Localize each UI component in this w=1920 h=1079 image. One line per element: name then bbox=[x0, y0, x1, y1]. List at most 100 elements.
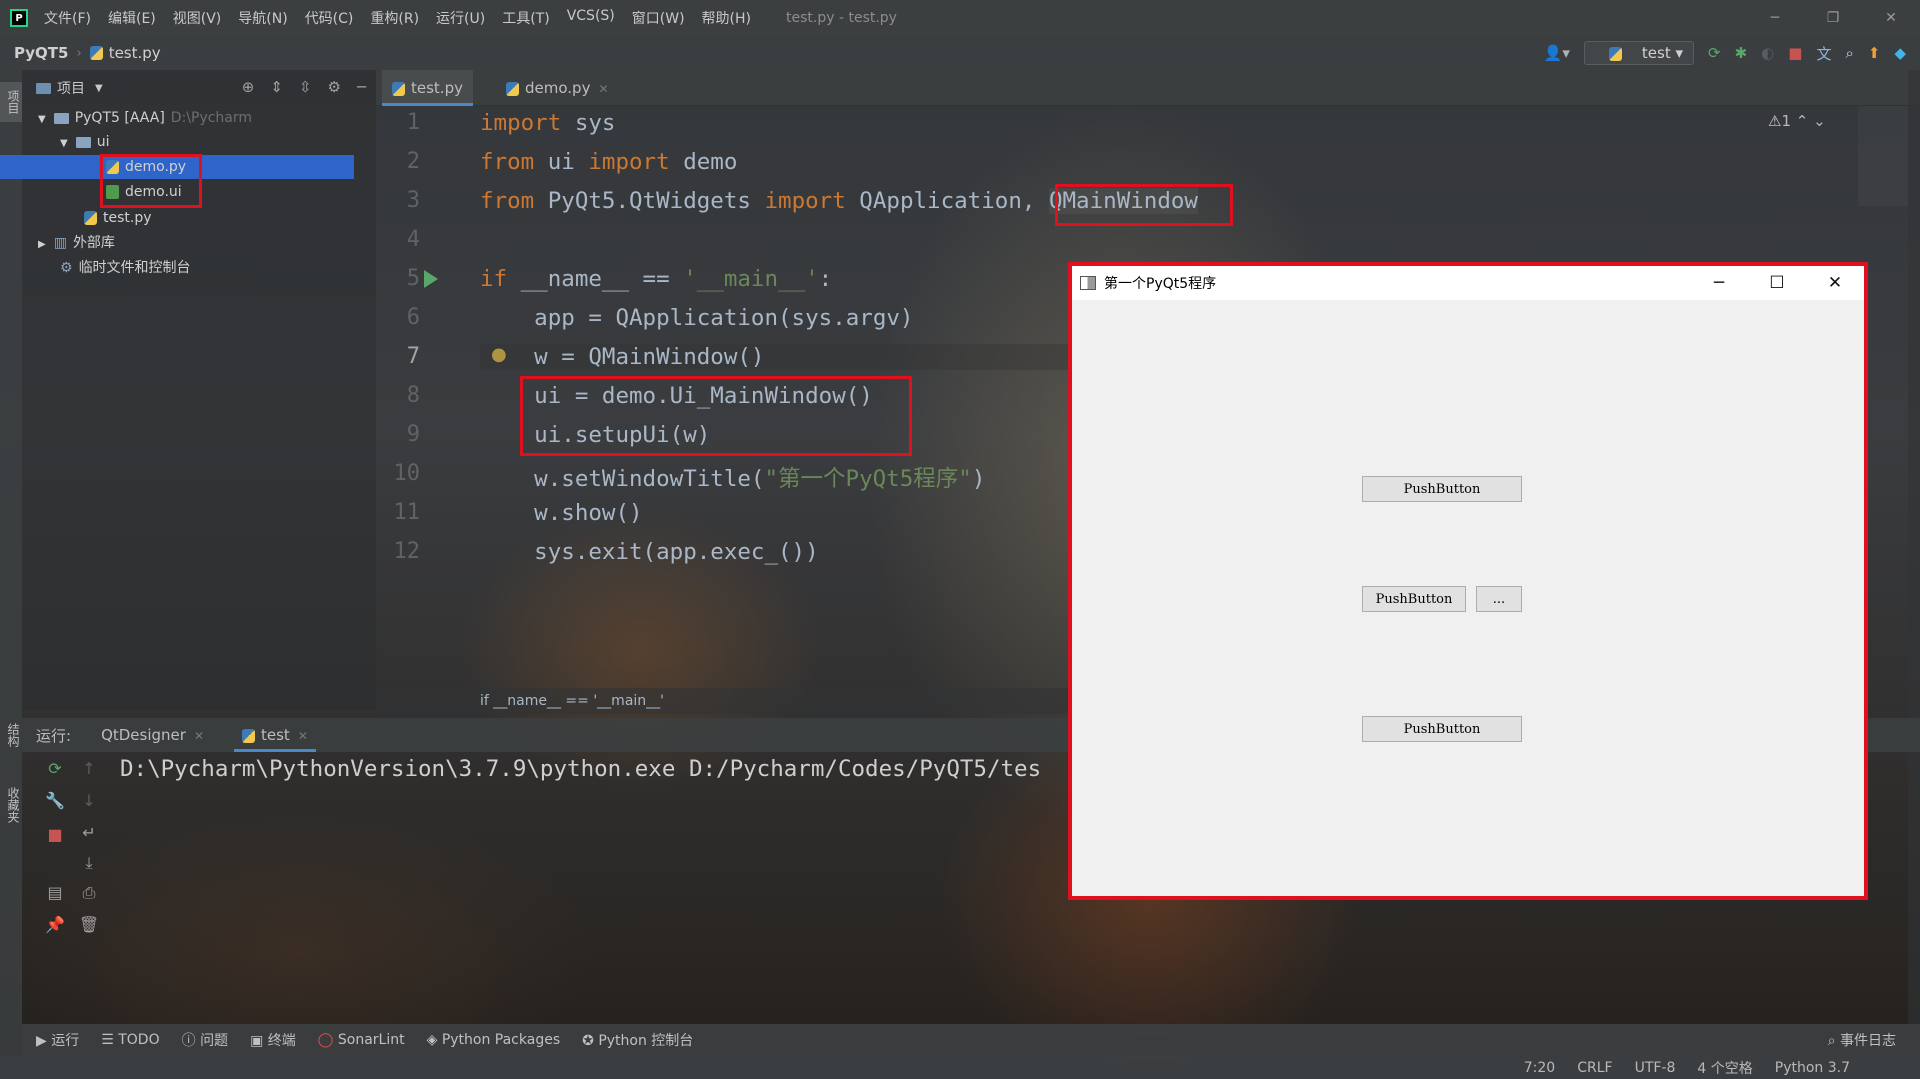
toolwindow-terminal[interactable]: ▣ 终端 bbox=[250, 1030, 296, 1050]
stop-icon[interactable]: ■ bbox=[1788, 44, 1802, 62]
breadcrumb-project[interactable]: PyQT5 bbox=[14, 44, 68, 62]
plugin-icon[interactable]: ◆ bbox=[1894, 44, 1906, 62]
scroll-to-end-icon[interactable]: ⤓ bbox=[78, 852, 100, 874]
tree-item-scratches[interactable]: ⚙ 临时文件和控制台 bbox=[60, 256, 191, 280]
trash-icon[interactable]: 🗑 bbox=[78, 914, 100, 936]
tree-item-external-libs[interactable]: ▶ ▥ 外部库 bbox=[38, 231, 115, 255]
wrench-icon[interactable]: 🔧 bbox=[44, 790, 66, 812]
menu-refactor[interactable]: 重构(R) bbox=[370, 8, 419, 28]
code-line-5[interactable]: if __name__ == '__main__': bbox=[480, 266, 832, 292]
arrow-down-icon[interactable]: ↓ bbox=[78, 790, 100, 812]
rerun-icon[interactable]: ⟳ bbox=[1708, 44, 1721, 62]
nav-toolbar: 👤▾ test ▾ ⟳ ✱ ◐ ■ 文 ⌕ ⬆ ◆ bbox=[1530, 36, 1906, 70]
menu-tools[interactable]: 工具(T) bbox=[502, 8, 549, 28]
run-tab-qtdesigner[interactable]: QtDesigner ✕ bbox=[93, 718, 212, 752]
search-icon[interactable]: ⌕ bbox=[1845, 44, 1853, 62]
run-gutter-icon[interactable] bbox=[424, 270, 438, 288]
event-log-button[interactable]: ⌕ 事件日志 bbox=[1828, 1030, 1896, 1050]
run-tab-test[interactable]: test ✕ bbox=[234, 718, 316, 752]
status-caret-position[interactable]: 7:20 bbox=[1524, 1060, 1555, 1076]
tree-item-test-py[interactable]: test.py bbox=[84, 206, 152, 230]
toolwindow-sonarlint[interactable]: ◯ SonarLint bbox=[318, 1032, 405, 1048]
rerun-icon[interactable]: ⟳ bbox=[44, 758, 66, 780]
code-line-12[interactable]: sys.exit(app.exec_()) bbox=[480, 539, 818, 565]
code-line-2[interactable]: from ui import demo bbox=[480, 149, 737, 175]
minimize-icon[interactable]: ─ bbox=[1746, 0, 1804, 36]
project-view-select[interactable]: 项目 bbox=[57, 78, 85, 98]
editor-scrollbar[interactable] bbox=[1908, 70, 1920, 1056]
code-line-1[interactable]: import sys bbox=[480, 110, 615, 136]
menu-run[interactable]: 运行(U) bbox=[436, 8, 485, 28]
arrow-up-icon[interactable]: ↑ bbox=[78, 758, 100, 780]
close-tab-icon[interactable]: ✕ bbox=[194, 729, 204, 743]
project-tool-tab[interactable]: 项目 bbox=[0, 82, 22, 122]
expand-all-icon[interactable]: ⇕ bbox=[270, 78, 283, 96]
browse-button[interactable]: ... bbox=[1476, 586, 1522, 612]
push-button-3[interactable]: PushButton bbox=[1362, 716, 1522, 742]
close-icon[interactable]: ✕ bbox=[1862, 0, 1920, 36]
restore-icon[interactable]: ❐ bbox=[1804, 0, 1862, 36]
tree-item-root[interactable]: ▼ PyQT5 [AAA] D:\Pycharm bbox=[38, 106, 252, 130]
close-tab-icon[interactable]: ✕ bbox=[598, 82, 608, 96]
coverage-icon[interactable]: ◐ bbox=[1761, 44, 1774, 62]
tree-root-label: PyQT5 [AAA] bbox=[74, 110, 165, 126]
close-tab-icon[interactable]: ✕ bbox=[298, 729, 308, 743]
toolwindow-run[interactable]: ▶ 运行 bbox=[36, 1030, 79, 1050]
print-icon[interactable]: ⎙ bbox=[78, 882, 100, 904]
editor-breadcrumb[interactable]: if __name__ == '__main__' bbox=[376, 688, 1076, 714]
menu-window[interactable]: 窗口(W) bbox=[632, 8, 685, 28]
toolwindow-todo[interactable]: ☰ TODO bbox=[101, 1032, 159, 1048]
tab-demo-py[interactable]: demo.py ✕ bbox=[496, 70, 619, 106]
chevron-down-icon[interactable]: ⌄ bbox=[1813, 112, 1826, 130]
menu-view[interactable]: 视图(V) bbox=[173, 8, 222, 28]
menu-edit[interactable]: 编辑(E) bbox=[108, 8, 156, 28]
maximize-icon[interactable]: ☐ bbox=[1748, 266, 1806, 300]
code-line-11[interactable]: w.show() bbox=[480, 500, 642, 526]
menu-file[interactable]: 文件(F) bbox=[44, 8, 91, 28]
debug-icon[interactable]: ✱ bbox=[1735, 44, 1748, 62]
chevron-down-icon[interactable]: ▼ bbox=[95, 83, 103, 94]
project-panel-actions: ⊕ ⇕ ⇳ ⚙ ─ bbox=[226, 78, 366, 96]
update-icon[interactable]: ⬆ bbox=[1868, 44, 1881, 62]
translate-icon[interactable]: 文 bbox=[1816, 43, 1831, 64]
collapse-all-icon[interactable]: ⇳ bbox=[299, 78, 312, 96]
tree-item-ui-folder[interactable]: ▼ ui bbox=[60, 130, 109, 154]
code-line-10[interactable]: w.setWindowTitle("第一个PyQt5程序") bbox=[480, 461, 985, 493]
status-encoding[interactable]: UTF-8 bbox=[1635, 1060, 1676, 1076]
run-config-select[interactable]: test ▾ bbox=[1583, 41, 1695, 65]
structure-tool-tab[interactable]: 结构 bbox=[0, 710, 22, 760]
toolwindow-python-packages[interactable]: ◈ Python Packages bbox=[427, 1032, 561, 1048]
status-line-separator[interactable]: CRLF bbox=[1577, 1060, 1612, 1076]
favorites-tool-tab[interactable]: 收藏夹 bbox=[0, 770, 22, 840]
tab-test-py[interactable]: test.py bbox=[382, 70, 473, 106]
push-button-1[interactable]: PushButton bbox=[1362, 476, 1522, 502]
soft-wrap-icon[interactable]: ↵ bbox=[78, 822, 100, 844]
code-minimap[interactable] bbox=[1858, 106, 1908, 206]
toolwindow-problems[interactable]: ⓘ 问题 bbox=[182, 1030, 228, 1050]
status-interpreter[interactable]: Python 3.7 bbox=[1775, 1060, 1850, 1076]
chevron-down-icon[interactable]: ▼ bbox=[60, 138, 68, 149]
inspection-widget[interactable]: ⚠1 ⌃ ⌄ bbox=[1768, 112, 1826, 130]
chevron-down-icon[interactable]: ▼ bbox=[38, 114, 46, 125]
menu-vcs[interactable]: VCS(S) bbox=[567, 8, 615, 28]
breadcrumb-file[interactable]: test.py bbox=[109, 44, 161, 62]
status-indent[interactable]: 4 个空格 bbox=[1697, 1058, 1752, 1078]
push-button-2[interactable]: PushButton bbox=[1362, 586, 1466, 612]
menu-help[interactable]: 帮助(H) bbox=[702, 8, 751, 28]
code-token: from bbox=[480, 188, 535, 214]
user-icon[interactable]: 👤▾ bbox=[1544, 44, 1570, 62]
minimize-icon[interactable]: ─ bbox=[1690, 266, 1748, 300]
locate-icon[interactable]: ⊕ bbox=[242, 78, 255, 96]
hide-icon[interactable]: ─ bbox=[357, 78, 366, 96]
chevron-right-icon[interactable]: ▶ bbox=[38, 239, 46, 250]
layout-icon[interactable]: ▤ bbox=[44, 882, 66, 904]
stop-icon[interactable]: ■ bbox=[44, 824, 66, 846]
pin-icon[interactable]: 📌 bbox=[44, 914, 66, 936]
menu-code[interactable]: 代码(C) bbox=[305, 8, 354, 28]
chevron-up-icon[interactable]: ⌃ bbox=[1796, 112, 1809, 130]
code-line-6[interactable]: app = QApplication(sys.argv) bbox=[480, 305, 913, 331]
toolwindow-python-console[interactable]: ✪ Python 控制台 bbox=[582, 1030, 693, 1050]
close-icon[interactable]: ✕ bbox=[1806, 266, 1864, 300]
menu-navigate[interactable]: 导航(N) bbox=[238, 8, 287, 28]
gear-icon[interactable]: ⚙ bbox=[328, 78, 341, 96]
